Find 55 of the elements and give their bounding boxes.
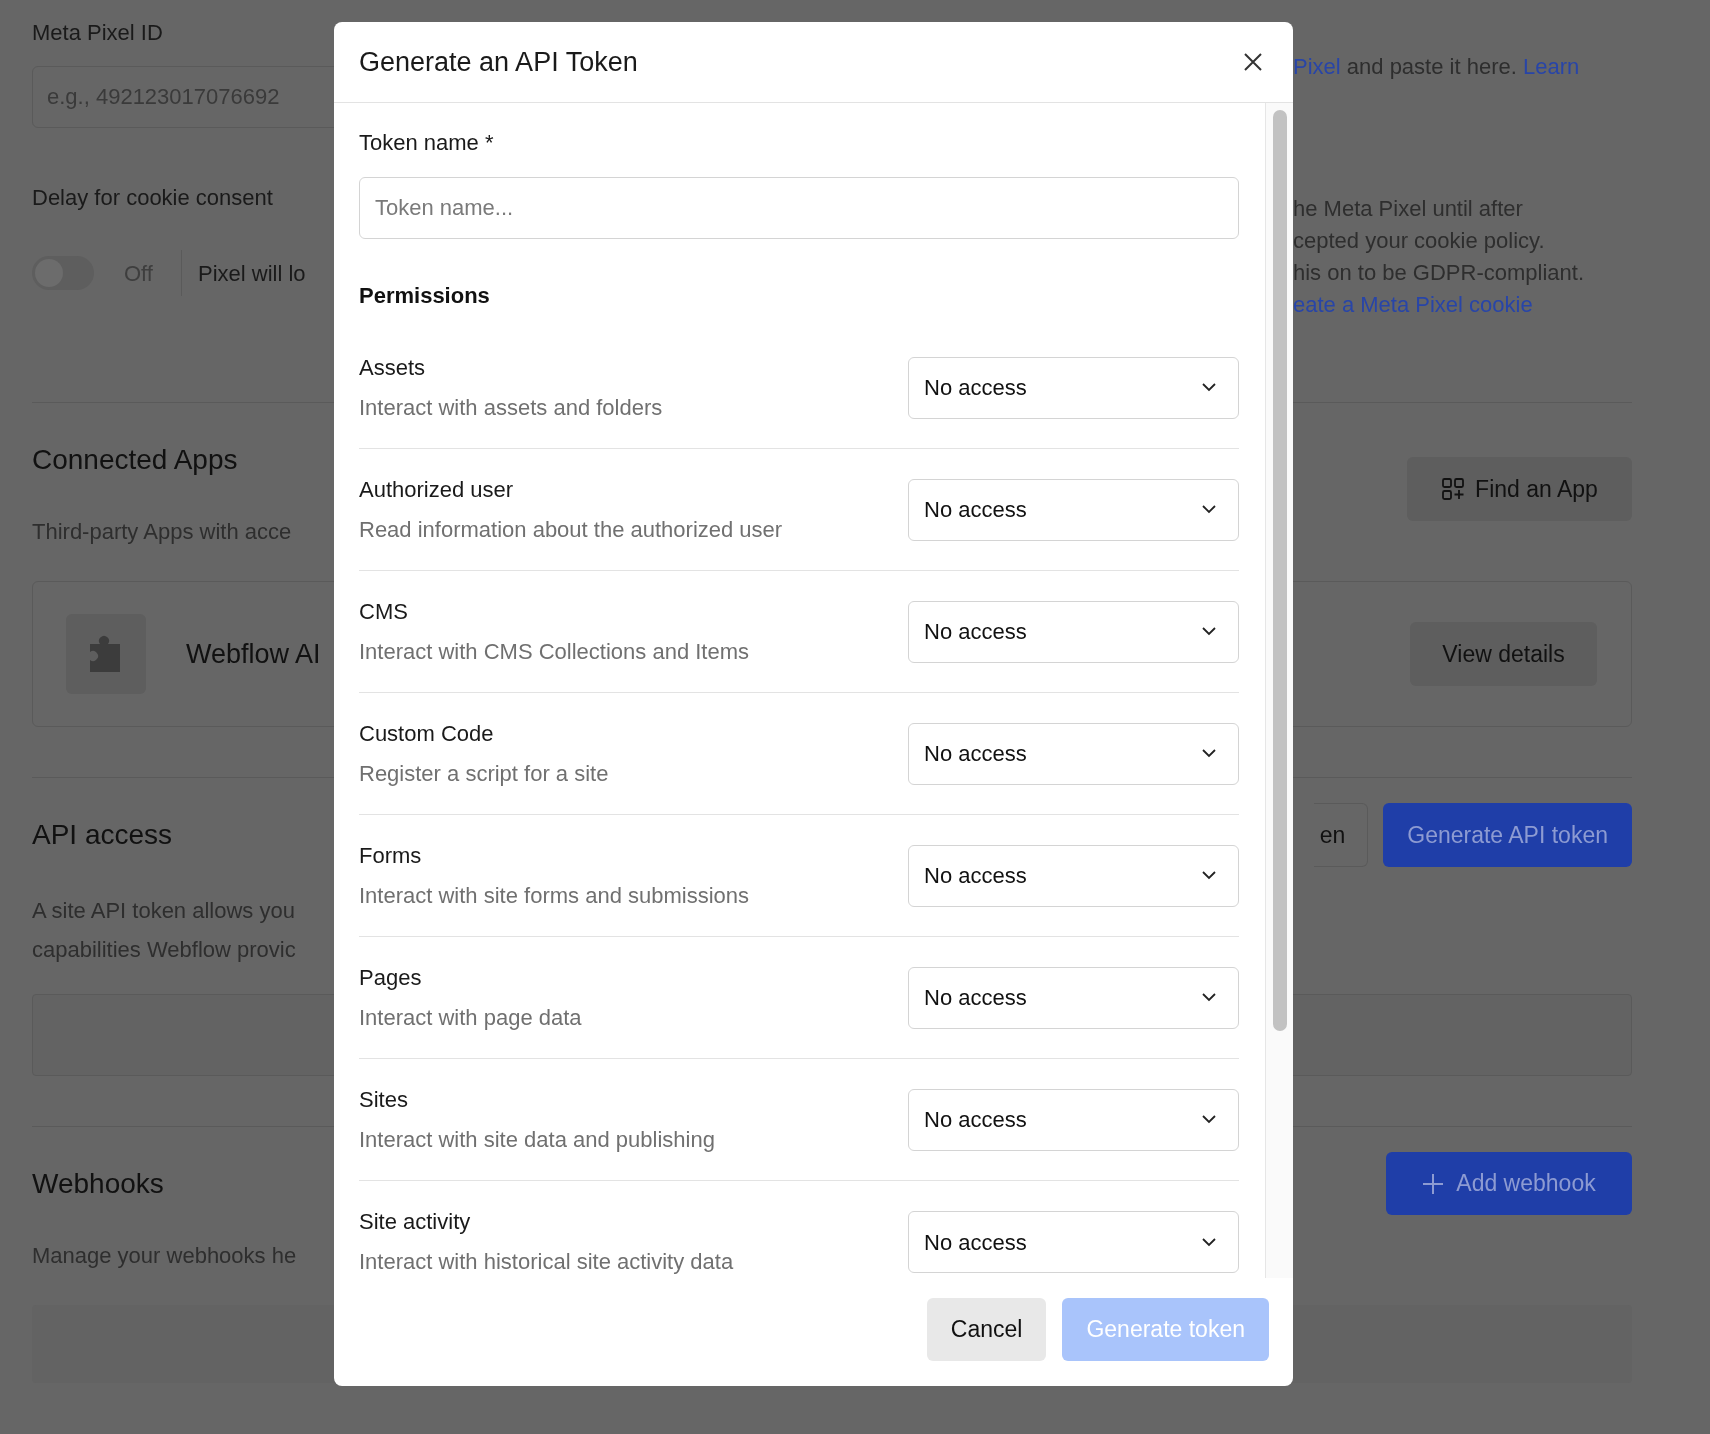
help-text: cepted your cookie policy. bbox=[1293, 227, 1546, 255]
token-name-field[interactable]: Token name... bbox=[359, 177, 1239, 239]
permission-name: Pages bbox=[359, 963, 423, 992]
help-text: he Meta Pixel until after bbox=[1293, 195, 1524, 223]
permission-description: Read information about the authorized user bbox=[359, 515, 783, 544]
permission-description: Interact with CMS Collections and Items bbox=[359, 637, 750, 666]
section-heading: Permissions bbox=[359, 282, 491, 310]
section-title: Webhooks bbox=[32, 1166, 164, 1201]
chevron-down-icon bbox=[1202, 383, 1216, 392]
section-title: Connected Apps bbox=[32, 443, 239, 477]
permission-name: CMS bbox=[359, 597, 409, 626]
permission-name: Sites bbox=[359, 1085, 409, 1114]
plus-icon bbox=[1422, 1172, 1445, 1195]
permission-name: Forms bbox=[359, 841, 423, 870]
field-label: Token name * bbox=[359, 129, 495, 157]
field-label: Delay for cookie consent bbox=[32, 184, 274, 212]
access-dropdown[interactable]: No access bbox=[908, 844, 1239, 907]
section-description: Third-party Apps with acce bbox=[32, 518, 292, 546]
chevron-down-icon bbox=[1202, 627, 1216, 636]
permission-description: Interact with page data bbox=[359, 1003, 582, 1032]
permission-description: Interact with historical site activity data bbox=[359, 1248, 734, 1276]
scrollbar-thumb[interactable] bbox=[1272, 110, 1287, 1031]
app-name: Webflow AI bbox=[186, 637, 321, 671]
apps-grid-icon bbox=[1441, 477, 1466, 501]
permission-description: Interact with site forms and submissions bbox=[359, 881, 750, 910]
access-dropdown[interactable]: No access bbox=[908, 1211, 1239, 1273]
help-text: Pixel will lo bbox=[197, 259, 306, 288]
chevron-down-icon bbox=[1202, 1237, 1216, 1247]
chevron-down-icon bbox=[1202, 993, 1216, 1002]
access-dropdown[interactable]: No access bbox=[908, 600, 1239, 663]
permission-name: Assets bbox=[359, 353, 427, 382]
access-dropdown[interactable]: No access bbox=[908, 722, 1239, 785]
section-description: A site API token allows you bbox=[32, 897, 295, 925]
chevron-down-icon bbox=[1202, 1115, 1216, 1124]
access-dropdown[interactable]: No access bbox=[908, 478, 1239, 541]
permission-description: Register a script for a site bbox=[359, 759, 609, 788]
help-text: his on to be GDPR-compliant. bbox=[1293, 259, 1586, 287]
access-dropdown[interactable]: No access bbox=[908, 1088, 1239, 1151]
permission-name: Custom Code bbox=[359, 719, 495, 748]
access-dropdown[interactable]: No access bbox=[908, 966, 1239, 1029]
chevron-down-icon bbox=[1202, 749, 1216, 758]
chevron-down-icon bbox=[1202, 871, 1216, 880]
cancel-button[interactable]: Cancel bbox=[926, 1298, 1047, 1361]
permission-name: Authorized user bbox=[359, 475, 515, 504]
permission-name: Site activity bbox=[359, 1208, 472, 1236]
permission-description: Interact with assets and folders bbox=[359, 393, 663, 422]
access-dropdown[interactable]: No access bbox=[908, 356, 1239, 419]
section-description: capabilities Webflow provic bbox=[32, 936, 296, 964]
close-icon bbox=[1243, 52, 1263, 72]
chevron-down-icon bbox=[1202, 505, 1216, 514]
permission-description: Interact with site data and publishing bbox=[359, 1125, 715, 1154]
help-text: and paste it here. bbox=[1346, 54, 1517, 79]
field-label: Meta Pixel ID bbox=[32, 19, 164, 47]
section-description: Manage your webhooks he bbox=[32, 1242, 297, 1270]
section-title: API access bbox=[32, 818, 173, 852]
